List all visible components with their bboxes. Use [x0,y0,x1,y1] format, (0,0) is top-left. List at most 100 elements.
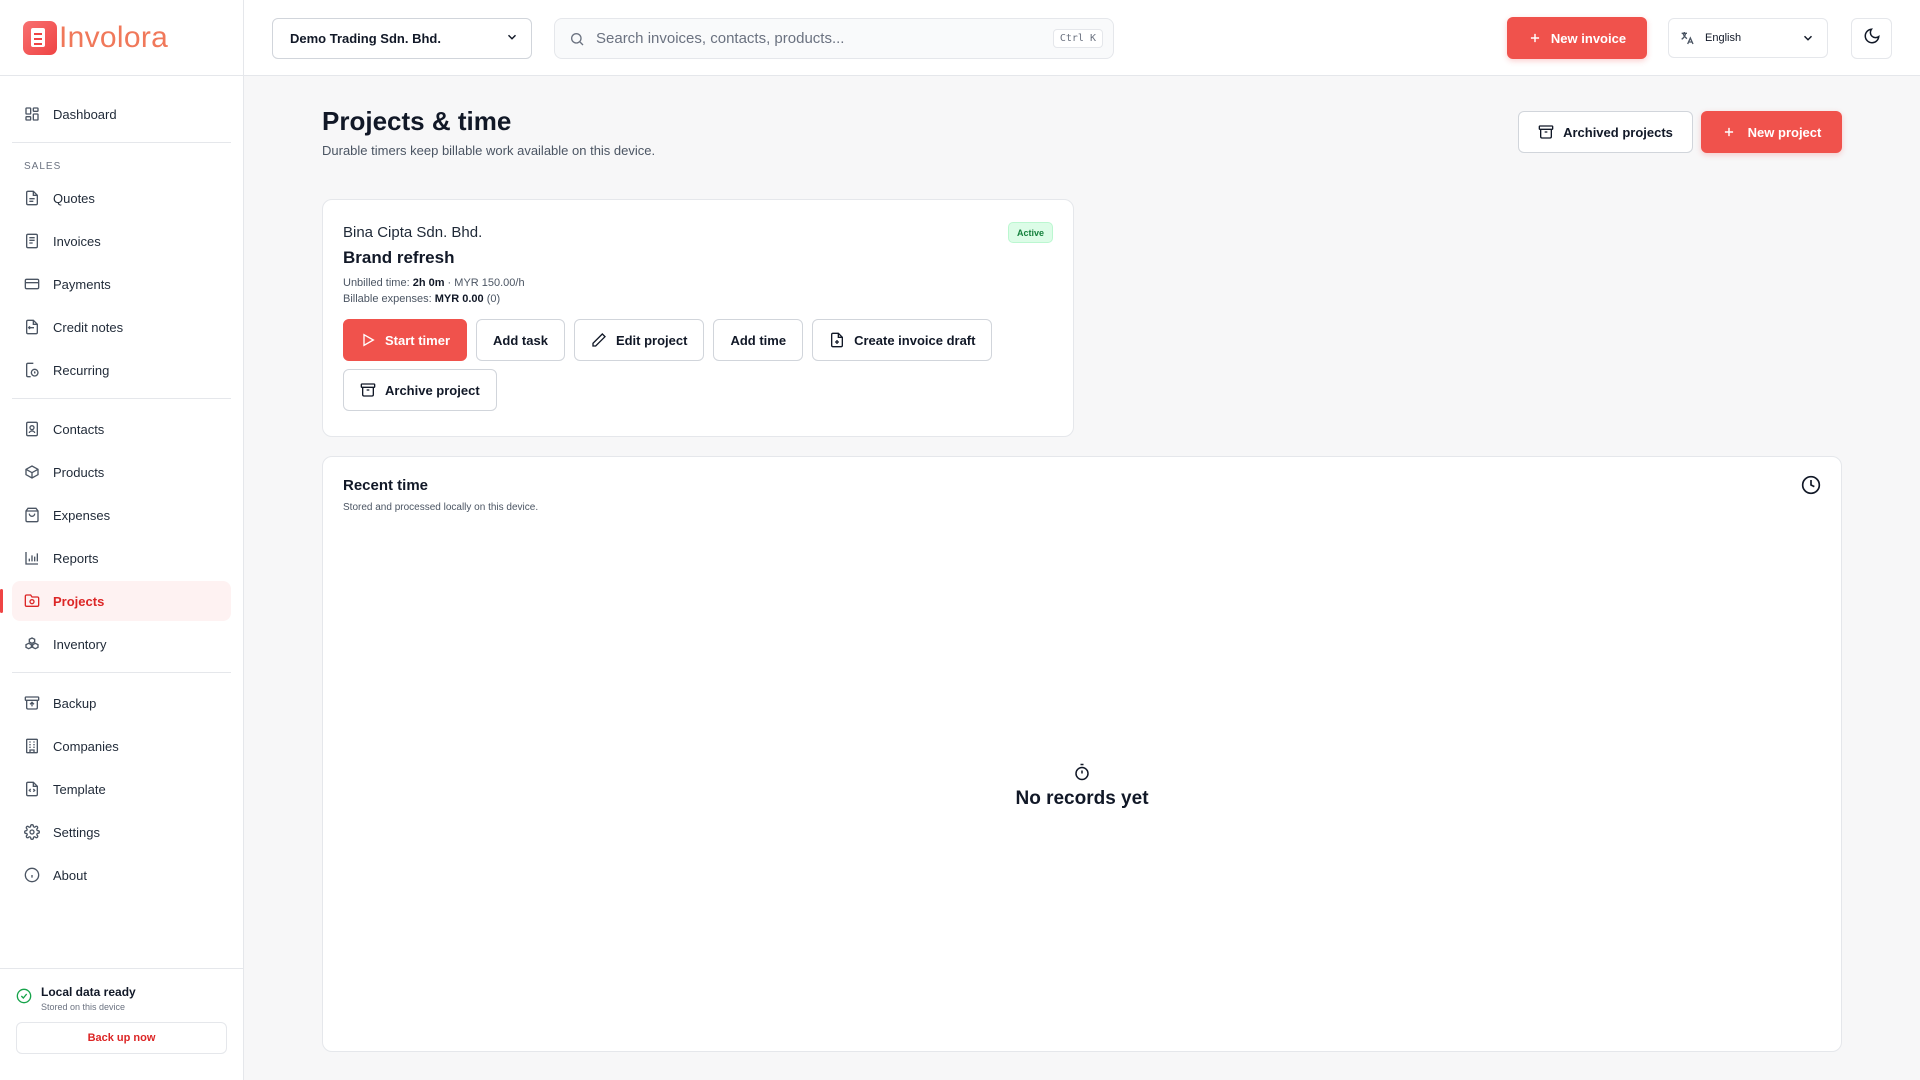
sidebar-item-label: Payments [53,276,111,292]
moon-icon [1863,27,1881,50]
sidebar-item-expenses[interactable]: Expenses [12,495,231,535]
sidebar-item-companies[interactable]: Companies [12,726,231,766]
unbilled-time-label: Unbilled time: [343,277,413,289]
project-card: Bina Cipta Sdn. Bhd. Brand refresh Unbil… [322,199,1074,437]
recent-time-card: Recent time Stored and processed locally… [322,456,1842,1052]
sidebar-item-label: Recurring [53,362,110,378]
project-actions: Start timer Add task Edit project Add ti… [343,319,1063,419]
sidebar-item-recurring[interactable]: Recurring [12,350,231,390]
sidebar-item-payments[interactable]: Payments [12,264,231,304]
folder-clock-icon [24,593,40,609]
create-invoice-draft-label: Create invoice draft [854,332,976,348]
edit-project-button[interactable]: Edit project [573,319,705,361]
sidebar-item-label: Products [53,464,105,480]
search-icon [569,31,585,47]
search-placeholder: Search invoices, contacts, products... [596,30,845,47]
unbilled-time-row: Unbilled time: 2h 0m · MYR 150.00/h [343,275,1053,291]
archive-project-label: Archive project [385,382,480,398]
language-select[interactable]: English [1668,18,1828,58]
sidebar-item-backup[interactable]: Backup [12,683,231,723]
add-time-button[interactable]: Add time [713,319,804,361]
sidebar-item-projects[interactable]: Projects [0,581,231,621]
archive-icon [1538,124,1554,140]
sidebar-footer: Local data ready Stored on this device B… [0,968,243,1080]
search-input[interactable]: Search invoices, contacts, products... C… [554,18,1114,59]
sidebar-nav: Dashboard SALES Quotes Invoices Payments… [0,76,243,895]
archive-project-button[interactable]: Archive project [343,369,497,411]
sidebar-item-reports[interactable]: Reports [12,538,231,578]
boxes-icon [24,636,40,652]
status-badge: Active [1007,222,1053,243]
billable-expenses-label: Billable expenses: [343,293,435,305]
recurring-icon [24,362,40,378]
dashboard-icon [24,106,40,122]
sidebar-item-credit-notes[interactable]: Credit notes [12,307,231,347]
sidebar-item-label: Contacts [53,421,105,437]
company-select[interactable]: Demo Trading Sdn. Bhd. [272,18,532,59]
new-invoice-button[interactable]: New invoice [1507,17,1647,59]
sidebar-item-invoices[interactable]: Invoices [12,221,231,261]
new-project-label: New project [1747,124,1822,140]
sidebar-item-template[interactable]: Template [12,769,231,809]
app-name: Involora [59,20,169,54]
recent-time-subtitle: Stored and processed locally on this dev… [343,502,539,513]
empty-state: No records yet [323,763,1841,810]
sidebar-item-label: Reports [53,550,99,566]
language-value: English [1705,32,1742,44]
sidebar-item-about[interactable]: About [12,855,231,895]
sidebar-item-label: Invoices [53,233,101,249]
sidebar-item-label: Backup [53,695,97,711]
shopping-bag-icon [24,507,40,523]
sidebar-item-label: Inventory [53,636,107,652]
create-invoice-draft-button[interactable]: Create invoice draft [812,319,993,361]
plus-icon [1722,125,1736,139]
billable-expenses-value: MYR 0.00 [434,293,484,305]
archived-projects-button[interactable]: Archived projects [1518,111,1693,153]
logo-mark-icon [23,20,57,55]
file-plus-icon [829,332,845,348]
quote-icon [24,190,40,206]
start-timer-button[interactable]: Start timer [343,319,468,361]
theme-toggle-button[interactable] [1851,18,1892,59]
translate-icon [1679,30,1695,46]
add-task-button[interactable]: Add task [476,319,565,361]
bar-chart-icon [24,550,40,566]
new-project-button[interactable]: New project [1701,111,1842,153]
back-up-now-button[interactable]: Back up now [16,1022,227,1054]
status-subtitle: Stored on this device [41,1002,126,1012]
pencil-icon [591,332,607,348]
search-shortcut: Ctrl K [1052,29,1103,48]
sidebar-item-label: Expenses [53,507,111,523]
sidebar-item-label: Dashboard [53,106,117,122]
info-icon [24,867,40,883]
company-select-value: Demo Trading Sdn. Bhd. [290,31,441,46]
project-client: Bina Cipta Sdn. Bhd. [343,224,483,241]
sidebar-item-label: About [53,867,87,883]
divider [12,672,231,673]
local-data-status: Local data ready Stored on this device [16,985,227,1012]
sidebar-item-label: Settings [53,824,100,840]
topbar: Demo Trading Sdn. Bhd. Search invoices, … [244,0,1920,76]
billable-expenses-row: Billable expenses: MYR 0.00 (0) [343,291,1053,307]
sidebar-item-label: Quotes [53,190,95,206]
plus-icon [1528,31,1542,45]
hourly-rate: · MYR 150.00/h [444,277,525,289]
package-icon [24,464,40,480]
invoice-icon [24,233,40,249]
credit-card-icon [24,276,40,292]
archive-icon [360,382,376,398]
sidebar-item-products[interactable]: Products [12,452,231,492]
sidebar-item-quotes[interactable]: Quotes [12,178,231,218]
app-logo[interactable]: Involora [0,0,243,76]
project-meta: Unbilled time: 2h 0m · MYR 150.00/h Bill… [343,275,1053,307]
status-title: Local data ready [41,985,136,999]
sidebar-item-dashboard[interactable]: Dashboard [12,94,231,134]
empty-state-text: No records yet [1015,788,1149,809]
chevron-down-icon [505,30,519,47]
sidebar-item-contacts[interactable]: Contacts [12,409,231,449]
sidebar-item-settings[interactable]: Settings [12,812,231,852]
sidebar-item-inventory[interactable]: Inventory [12,624,231,664]
check-circle-icon [16,988,32,1004]
clock-icon [1801,475,1821,495]
sidebar: Involora Dashboard SALES Quotes Invoices… [0,0,244,1080]
